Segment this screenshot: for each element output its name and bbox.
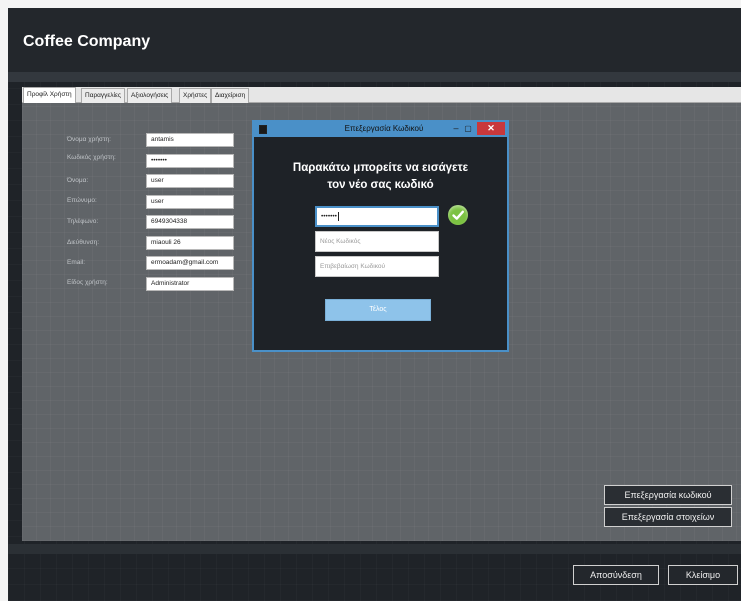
minimize-icon[interactable]: – [451, 123, 461, 135]
tab-users[interactable]: Χρήστες [179, 88, 212, 103]
close-icon[interactable]: ✕ [477, 122, 505, 135]
current-password-input[interactable]: ••••••• [315, 206, 439, 227]
new-password-input[interactable]: Νέος Κωδικός [315, 231, 439, 252]
tab-orders[interactable]: Παραγγελίες [81, 88, 126, 103]
first-name-field[interactable]: user [146, 174, 234, 188]
confirm-password-input[interactable]: Επιβεβαίωση Κωδικού [315, 256, 439, 277]
current-password-value: ••••••• [321, 213, 337, 220]
dialog-title: Επεξεργασία Κωδικού [344, 124, 424, 133]
footer-divider [8, 544, 741, 554]
field-label: Είδος χρήστη: [67, 279, 108, 286]
header-divider [8, 72, 741, 82]
phone-field[interactable]: 6949304338 [146, 215, 234, 229]
field-label: Τηλέφωνο: [67, 218, 99, 225]
dialog-heading-line-2: τον νέο σας κωδικό [327, 179, 434, 191]
edit-password-button[interactable]: Επεξεργασία κωδικού [604, 485, 732, 505]
finish-button[interactable]: Τέλος [325, 299, 431, 321]
close-button[interactable]: Κλείσιμο [668, 565, 738, 585]
last-name-field[interactable]: user [146, 195, 234, 209]
field-label: Διεύθυνση: [67, 239, 100, 246]
app-header: Coffee Company [8, 8, 741, 72]
username-field[interactable]: antamis [146, 133, 234, 147]
tab-management[interactable]: Διαχείριση [211, 88, 250, 103]
change-password-dialog: Επεξεργασία Κωδικού – ▢ ✕ Παρακάτω μπορε… [252, 120, 509, 352]
field-label: Όνομα: [67, 177, 89, 184]
app-title: Coffee Company [23, 33, 151, 50]
dialog-titlebar[interactable]: Επεξεργασία Κωδικού – ▢ ✕ [254, 122, 507, 137]
text-caret [337, 211, 339, 221]
maximize-icon[interactable]: ▢ [463, 123, 473, 135]
tab-profile[interactable]: Προφίλ Χρήστη [23, 87, 76, 103]
tab-bar: Προφίλ Χρήστη Παραγγελίες Αξιολογήσεις Χ… [22, 87, 741, 103]
field-label: Email: [67, 259, 86, 266]
dialog-heading: Παρακάτω μπορείτε να εισάγετε τον νέο σα… [260, 160, 501, 194]
address-field[interactable]: miaouli 26 [146, 236, 234, 250]
check-mark-glyph [452, 210, 464, 220]
edit-details-button[interactable]: Επεξεργασία στοιχείων [604, 507, 732, 527]
password-field[interactable]: ••••••• [146, 154, 234, 168]
logout-button[interactable]: Αποσύνδεση [573, 565, 659, 585]
field-label: Όνομα χρήστη: [67, 136, 111, 143]
field-label: Επώνυμο: [67, 197, 97, 204]
tab-reviews[interactable]: Αξιολογήσεις [127, 88, 173, 103]
user-type-field[interactable]: Administrator [146, 277, 234, 291]
email-field[interactable]: ermoadam@gmail.com [146, 256, 234, 270]
field-label: Κωδικός χρήστη: [67, 154, 116, 161]
app-icon [259, 125, 267, 134]
check-icon [448, 205, 468, 225]
dialog-heading-line-1: Παρακάτω μπορείτε να εισάγετε [292, 162, 469, 174]
